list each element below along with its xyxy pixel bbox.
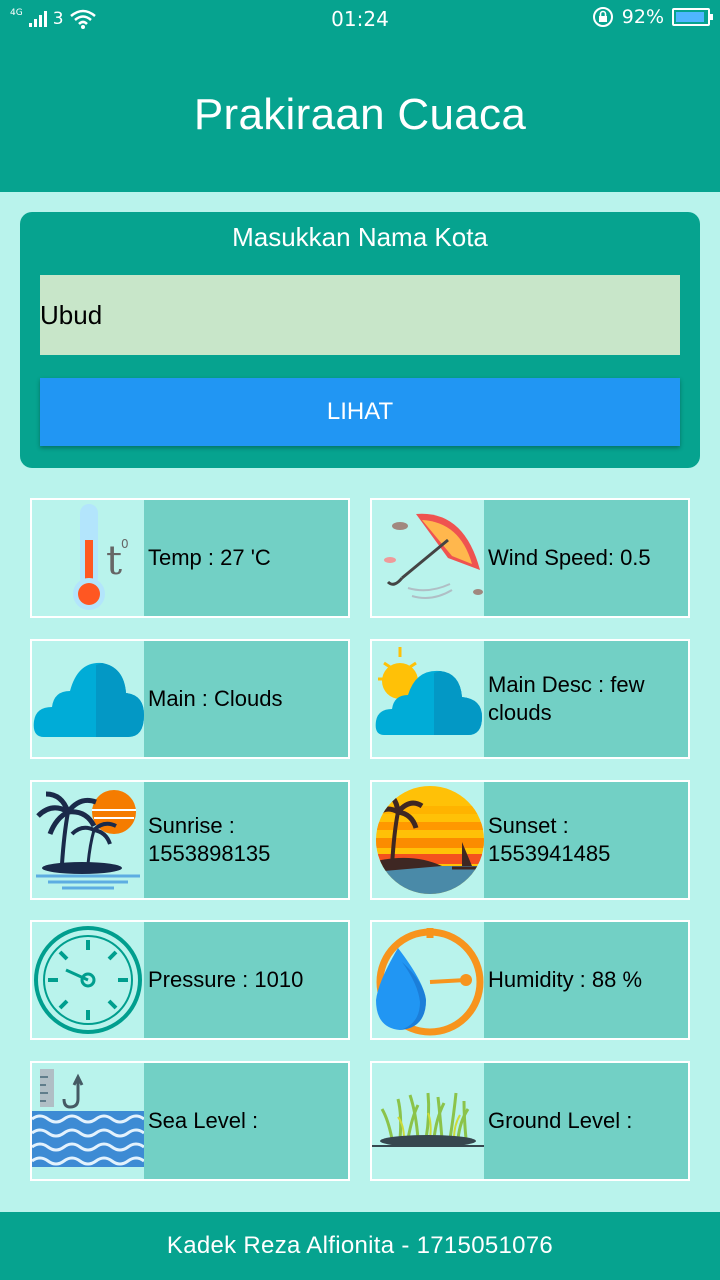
tile-main: Main : Clouds (30, 639, 350, 759)
wind-label: Wind Speed: 0.5 (488, 545, 651, 570)
tile-sunrise: Sunrise : 1553898135 (30, 780, 350, 900)
palm-island-icon (32, 782, 144, 898)
pressure-label: Pressure : 1010 (148, 967, 304, 992)
cloud-icon (32, 641, 144, 757)
lihat-button[interactable]: LIHAT (40, 378, 680, 446)
sea-level-icon (32, 1063, 144, 1179)
sun-cloud-icon (372, 641, 484, 757)
page-title: Prakiraan Cuaca (193, 90, 527, 139)
tile-pressure: Pressure : 1010 (30, 920, 350, 1040)
rotation-lock-icon (592, 7, 613, 27)
city-input[interactable] (40, 275, 680, 355)
sunrise-label: Sunrise : 1553898135 (148, 813, 271, 866)
temp-label: Temp : 27 'C (148, 545, 271, 570)
tile-ground-level: Ground Level : (370, 1061, 690, 1181)
status-right: 92% (592, 6, 713, 28)
search-card: Masukkan Nama Kota LIHAT (20, 212, 700, 468)
grass-ground-icon (372, 1063, 484, 1179)
sea-level-label: Sea Level : (148, 1108, 259, 1133)
tile-sea-level: Sea Level : (30, 1061, 350, 1181)
sunset-beach-icon (372, 782, 484, 898)
battery-percent: 92% (621, 6, 664, 28)
battery-icon (672, 8, 713, 26)
footer: Kadek Reza Alfionita - 1715051076 (0, 1212, 720, 1280)
thermometer-icon: t 0 (32, 500, 144, 616)
search-caption: Masukkan Nama Kota (232, 222, 488, 252)
tile-temp: t 0 Temp : 27 'C (30, 498, 350, 618)
main-label: Main : Clouds (148, 686, 283, 711)
app-bar: Prakiraan Cuaca (0, 38, 720, 192)
footer-author: Kadek Reza Alfionita - 1715051076 (166, 1232, 554, 1259)
main-desc-label: Main Desc : few clouds (488, 672, 645, 725)
gauge-icon (32, 922, 144, 1038)
svg-text:0: 0 (121, 537, 129, 551)
tile-sunset: Sunset : 1553941485 (370, 780, 690, 900)
tile-main-desc: Main Desc : few clouds (370, 639, 690, 759)
ground-level-label: Ground Level : (488, 1108, 633, 1133)
humidity-drop-icon (372, 922, 484, 1038)
humidity-label: Humidity : 88 % (488, 967, 643, 992)
svg-text:t: t (106, 538, 122, 584)
tile-humidity: Humidity : 88 % (370, 920, 690, 1040)
tile-wind: Wind Speed: 0.5 (370, 498, 690, 618)
status-bar: 4G 3 01:24 92% (0, 0, 720, 38)
umbrella-wind-icon (372, 500, 484, 616)
sunset-label: Sunset : 1553941485 (488, 813, 611, 866)
